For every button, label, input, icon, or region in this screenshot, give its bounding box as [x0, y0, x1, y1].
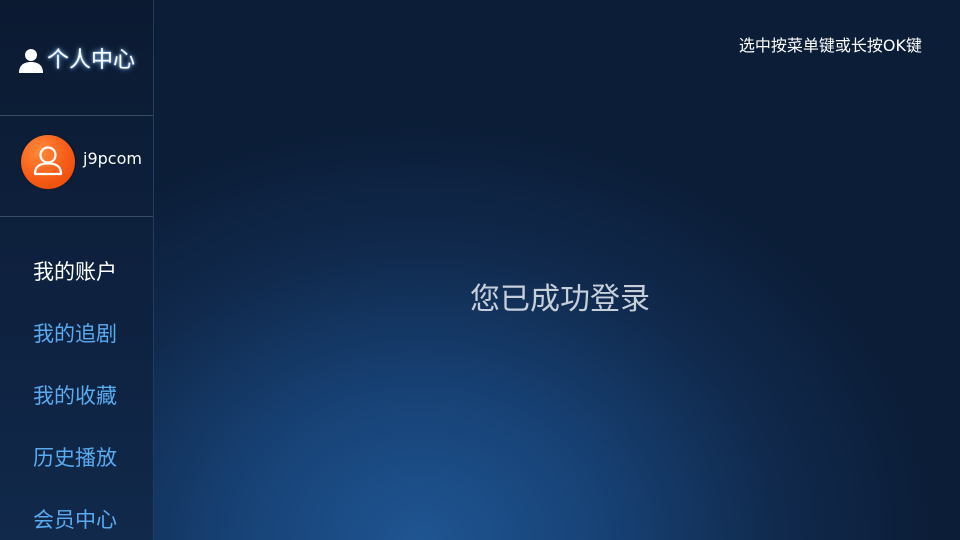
user-profile[interactable]: j9pcom: [0, 116, 153, 216]
sidebar-item-label: 我的收藏: [33, 384, 117, 408]
user-avatar-icon: [33, 146, 63, 176]
sidebar-item-my-favorites[interactable]: 我的收藏: [0, 369, 153, 419]
page-title: 个人中心: [47, 48, 136, 73]
sidebar-item-label: 会员中心: [33, 508, 117, 532]
sidebar-item-history[interactable]: 历史播放: [0, 431, 153, 481]
login-success-message: 您已成功登录: [470, 282, 650, 317]
sidebar-item-label: 历史播放: [33, 446, 117, 470]
sidebar-item-vip-center[interactable]: 会员中心: [0, 493, 153, 540]
avatar[interactable]: [21, 135, 75, 189]
sidebar-item-label: 我的账户: [33, 260, 117, 284]
app-window: 个人中心 j9pcom 我的账户 我的追剧 我的收藏 历史播放 会员中心 选中按…: [0, 0, 960, 540]
sidebar-item-label: 我的追剧: [33, 322, 117, 346]
sidebar: 个人中心 j9pcom 我的账户 我的追剧 我的收藏 历史播放 会员中心: [0, 0, 154, 540]
username: j9pcom: [83, 149, 142, 168]
sidebar-item-my-series[interactable]: 我的追剧: [0, 307, 153, 357]
remote-hint: 选中按菜单键或长按OK键: [738, 36, 922, 55]
sidebar-header: 个人中心: [0, 0, 153, 115]
user-divider: [0, 216, 153, 217]
sidebar-item-my-account[interactable]: 我的账户: [0, 245, 153, 295]
person-icon: [16, 46, 46, 76]
